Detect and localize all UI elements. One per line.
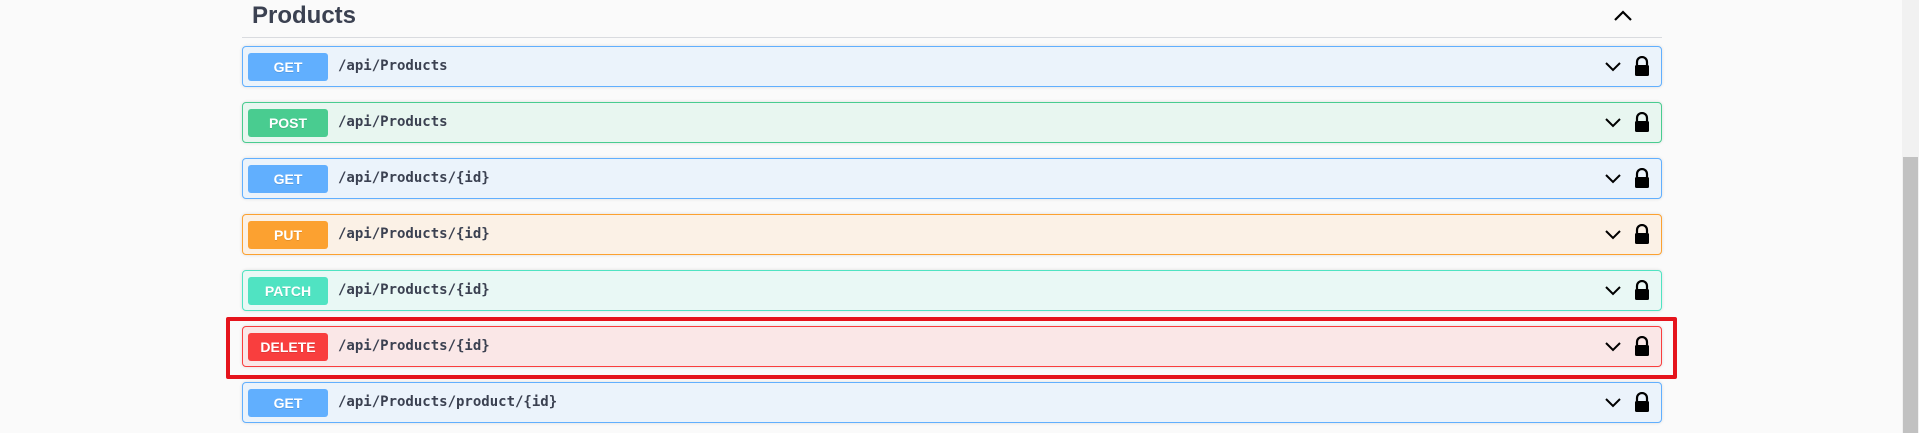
authorize-lock-button[interactable] (1633, 56, 1651, 78)
scrollbar-thumb[interactable] (1903, 157, 1918, 433)
method-badge: GET (248, 53, 328, 81)
operation-path: /api/Products/{id} (338, 338, 490, 354)
swagger-page: Products GET /api/Products POST /api/Pro… (0, 0, 1919, 433)
operation-path: /api/Products/{id} (338, 226, 490, 242)
chevron-down-icon (1605, 118, 1621, 128)
authorize-lock-button[interactable] (1633, 168, 1651, 190)
expand-operation-button[interactable] (1603, 113, 1623, 133)
lock-icon (1635, 392, 1649, 412)
section-title: Products (252, 2, 357, 29)
operation-get-product-product-id[interactable]: GET /api/Products/product/{id} (242, 382, 1662, 423)
operation-get-products[interactable]: GET /api/Products (242, 46, 1662, 87)
authorize-lock-button[interactable] (1633, 224, 1651, 246)
chevron-down-icon (1605, 342, 1621, 352)
vertical-scrollbar[interactable] (1902, 0, 1919, 433)
chevron-down-icon (1605, 398, 1621, 408)
operation-path: /api/Products (338, 114, 448, 130)
products-section-header[interactable]: Products (242, 0, 1662, 38)
expand-operation-button[interactable] (1603, 393, 1623, 413)
operation-post-products[interactable]: POST /api/Products (242, 102, 1662, 143)
operation-get-product-by-id[interactable]: GET /api/Products/{id} (242, 158, 1662, 199)
lock-icon (1635, 224, 1649, 244)
chevron-down-icon (1605, 174, 1621, 184)
lock-icon (1635, 280, 1649, 300)
authorize-lock-button[interactable] (1633, 392, 1651, 414)
method-badge: GET (248, 165, 328, 193)
lock-icon (1635, 336, 1649, 356)
authorize-lock-button[interactable] (1633, 280, 1651, 302)
operation-path: /api/Products/{id} (338, 170, 490, 186)
expand-operation-button[interactable] (1603, 169, 1623, 189)
operation-put-product[interactable]: PUT /api/Products/{id} (242, 214, 1662, 255)
expand-operation-button[interactable] (1603, 57, 1623, 77)
collapse-section-button[interactable] (1610, 4, 1636, 28)
chevron-down-icon (1605, 230, 1621, 240)
operation-path: /api/Products/{id} (338, 282, 490, 298)
operation-patch-product[interactable]: PATCH /api/Products/{id} (242, 270, 1662, 311)
method-badge: POST (248, 109, 328, 137)
method-badge: PUT (248, 221, 328, 249)
chevron-down-icon (1605, 62, 1621, 72)
chevron-up-icon (1614, 10, 1632, 21)
authorize-lock-button[interactable] (1633, 336, 1651, 358)
expand-operation-button[interactable] (1603, 281, 1623, 301)
lock-icon (1635, 112, 1649, 132)
lock-icon (1635, 168, 1649, 188)
expand-operation-button[interactable] (1603, 225, 1623, 245)
method-badge: PATCH (248, 277, 328, 305)
lock-icon (1635, 56, 1649, 76)
operation-path: /api/Products/product/{id} (338, 394, 558, 410)
operation-path: /api/Products (338, 58, 448, 74)
method-badge: DELETE (248, 333, 328, 361)
method-badge: GET (248, 389, 328, 417)
authorize-lock-button[interactable] (1633, 112, 1651, 134)
operation-delete-product[interactable]: DELETE /api/Products/{id} (242, 326, 1662, 367)
expand-operation-button[interactable] (1603, 337, 1623, 357)
chevron-down-icon (1605, 286, 1621, 296)
